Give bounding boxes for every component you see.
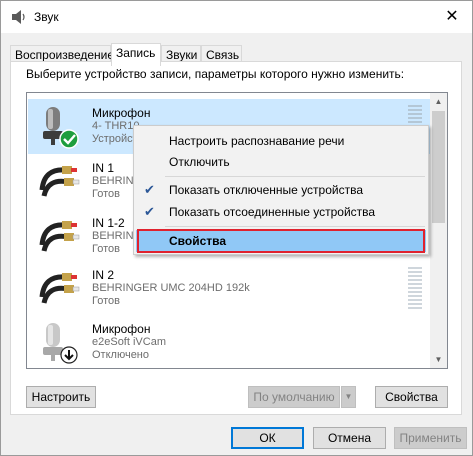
- button-label: По умолчанию: [253, 390, 335, 404]
- window-title: Звук: [34, 10, 59, 24]
- configure-button[interactable]: Настроить: [26, 386, 96, 408]
- apply-button[interactable]: Применить: [394, 427, 467, 449]
- device-name: IN 1: [92, 161, 115, 175]
- button-label: Свойства: [385, 390, 438, 404]
- tab-label: Связь: [206, 48, 240, 62]
- tab-recording[interactable]: Запись: [111, 43, 161, 66]
- default-check-badge: [59, 129, 79, 149]
- menu-item-label: Показать отключенные устройства: [169, 183, 364, 197]
- menu-item-properties[interactable]: Свойства: [136, 230, 426, 252]
- title-bar[interactable]: Звук ✕: [1, 1, 472, 33]
- menu-item-label: Отключить: [169, 155, 230, 169]
- checkmark-icon: ✔: [144, 182, 155, 197]
- scroll-down-arrow-icon[interactable]: ▼: [430, 351, 447, 368]
- microphone-icon: [43, 323, 78, 364]
- microphone-icon: [43, 107, 79, 149]
- device-row-in-2[interactable]: IN 2 BEHRINGER UMC 204HD 192k Готов: [28, 261, 430, 316]
- cancel-button[interactable]: Отмена: [313, 427, 386, 449]
- level-meter: [408, 267, 422, 311]
- device-status: Устройст: [92, 133, 138, 145]
- menu-item-show-disabled[interactable]: ✔ Показать отключенные устройства: [136, 179, 426, 201]
- menu-item-configure-speech[interactable]: Настроить распознавание речи: [136, 130, 426, 152]
- device-description: BEHRINGER UMC 204HD 192k: [92, 282, 250, 294]
- rca-cable-icon: [39, 273, 80, 304]
- device-status: Готов: [92, 188, 120, 200]
- button-label: Настроить: [31, 390, 91, 404]
- instruction-text: Выберите устройство записи, параметры ко…: [26, 67, 405, 81]
- close-button[interactable]: ✕: [440, 6, 464, 28]
- device-status: Готов: [92, 295, 120, 307]
- tab-label: Запись: [116, 46, 156, 60]
- rca-cable-icon: [39, 221, 80, 252]
- close-icon: ✕: [445, 8, 459, 25]
- speaker-icon: [12, 10, 25, 24]
- device-row-microphone-ivcam[interactable]: Микрофон e2eSoft iVCam Отключено: [28, 315, 430, 368]
- tab-label: Воспроизведение: [15, 48, 115, 62]
- sound-dialog: Звук ✕ Воспроизведение Запись Звуки Связ…: [0, 0, 473, 456]
- checkmark-icon: ✔: [144, 204, 155, 219]
- menu-item-label: Свойства: [169, 234, 227, 248]
- vertical-scrollbar[interactable]: ▲ ▼: [430, 93, 447, 368]
- button-label: Применить: [399, 431, 462, 445]
- device-description: e2eSoft iVCam: [92, 336, 166, 348]
- button-label: Отмена: [327, 431, 372, 445]
- menu-item-label: Показать отсоединенные устройства: [169, 205, 376, 219]
- chevron-down-icon[interactable]: ▼: [341, 386, 356, 408]
- device-status: Отключено: [92, 349, 149, 361]
- device-name: IN 1-2: [92, 216, 125, 230]
- ok-button[interactable]: ОК: [231, 427, 304, 449]
- scroll-up-arrow-icon[interactable]: ▲: [430, 93, 447, 110]
- set-default-button[interactable]: По умолчанию: [248, 386, 340, 408]
- tab-label: Звуки: [166, 48, 198, 62]
- device-name: Микрофон: [92, 322, 151, 336]
- rca-cable-icon: [39, 166, 80, 197]
- menu-item-show-disconnected[interactable]: ✔ Показать отсоединенные устройства: [136, 201, 426, 223]
- device-name: Микрофон: [92, 106, 151, 120]
- context-menu: Настроить распознавание речи Отключить ✔…: [133, 125, 429, 255]
- menu-item-label: Настроить распознавание речи: [169, 134, 345, 148]
- properties-button[interactable]: Свойства: [375, 386, 448, 408]
- button-label: ОК: [259, 431, 276, 445]
- menu-separator: [165, 226, 425, 227]
- scroll-thumb[interactable]: [432, 111, 445, 223]
- device-status: Готов: [92, 243, 120, 255]
- menu-item-disable[interactable]: Отключить: [136, 151, 426, 173]
- device-name: IN 2: [92, 268, 115, 282]
- menu-separator: [165, 176, 425, 177]
